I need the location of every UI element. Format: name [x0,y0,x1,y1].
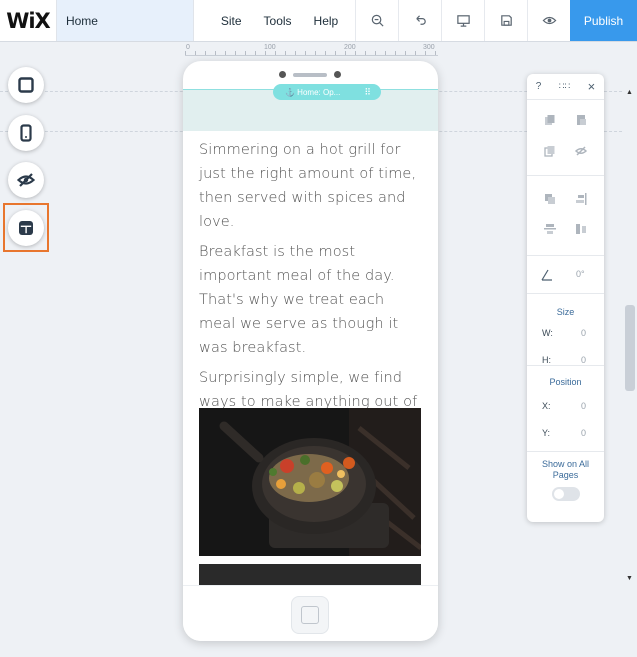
phone-bottom-bar [183,585,438,641]
menu-help[interactable]: Help [303,0,350,41]
align-right-icon[interactable] [575,193,587,205]
preview-icon [542,16,557,25]
menu-site[interactable]: Site [210,0,253,41]
y-row: Y: 0 [527,428,604,438]
x-label: X: [542,401,551,411]
ruler-label: 0 [186,44,190,51]
match-size-icon[interactable] [575,223,587,235]
distribute-icon[interactable] [544,223,556,235]
bring-forward-icon[interactable] [544,193,556,205]
desktop-icon [456,15,470,27]
save-icon [500,15,512,26]
position-title: Position [549,377,582,387]
size-section: Size W: 0 H: 0 [527,294,604,366]
ruler-label: 300 [423,44,435,51]
layout-optimizer-button[interactable] [8,210,44,246]
hide-icon[interactable] [575,145,587,157]
preview-button[interactable] [527,0,570,41]
menu-tools[interactable]: Tools [253,0,303,41]
show-on-all-pages-toggle[interactable] [551,487,580,501]
copy-section [527,100,604,176]
desktop-view-button[interactable] [441,0,484,41]
rotation-section: 0° [527,256,604,294]
text-block[interactable]: Simmering on a hot grill for just the ri… [199,138,421,444]
scroll-up-icon[interactable]: ▲ [626,89,633,96]
add-elements-button[interactable] [8,67,44,103]
width-value[interactable]: 0 [581,328,586,338]
food-image[interactable] [199,408,421,556]
mobile-tools-button[interactable] [8,115,44,151]
wix-logo[interactable]: WiX [0,0,56,41]
help-icon[interactable]: ? [536,81,542,92]
zoom-out-button[interactable] [355,0,398,41]
scroll-thumb[interactable] [625,305,635,391]
height-row: H: 0 [527,355,604,365]
add-elements-icon [18,77,34,93]
ruler-label: 100 [264,44,276,51]
anchor-label: ⚓ Home: Op... [285,87,341,97]
skillet-image [199,408,421,556]
paste-icon[interactable] [575,114,587,126]
undo-button[interactable] [398,0,441,41]
second-image[interactable] [199,564,421,586]
arrange-section [527,176,604,256]
show-on-all-pages-label: Show on All Pages [541,459,590,480]
hidden-elements-icon [17,173,35,187]
zoom-out-icon [371,14,384,27]
mobile-tools-icon [20,124,32,142]
drag-handle-icon[interactable]: ⠿ [364,87,371,98]
y-label: Y: [542,428,551,438]
vertical-scrollbar[interactable]: ▲ ▼ [623,87,637,584]
height-value[interactable]: 0 [581,355,586,365]
undo-icon [416,15,426,25]
paragraph: Breakfast is the most important meal of … [199,244,399,356]
y-value[interactable]: 0 [581,428,586,438]
top-bar: WiX Home Site Tools Help Publish [0,0,637,42]
size-title: Size [556,307,575,317]
save-button[interactable] [484,0,527,41]
show-on-all-pages-section: Show on All Pages [527,452,604,501]
x-value[interactable]: 0 [581,401,586,411]
page-selector[interactable]: Home [55,0,194,41]
main-menu: Site Tools Help [210,0,349,41]
properties-panel: ? ∷∷ × 0° Size W: 0 H: 0 Position X: 0 Y… [527,74,604,522]
home-button-icon [291,596,329,634]
sensor-dot [334,71,341,78]
drag-handle-icon[interactable]: ∷∷ [559,81,570,92]
panel-header: ? ∷∷ × [527,74,604,100]
publish-button[interactable]: Publish [570,0,637,41]
width-label: W: [542,328,553,338]
mobile-preview: ⚓ Home: Op... ⠿ Simmering on a hot grill… [183,61,438,641]
ruler-label: 200 [344,44,356,51]
rotation-value[interactable]: 0° [576,269,585,279]
position-section: Position X: 0 Y: 0 [527,366,604,452]
header-strip[interactable]: ⚓ Home: Op... ⠿ [183,84,438,131]
phone-speaker [293,73,327,77]
rotate-icon[interactable] [541,269,553,281]
paragraph: Simmering on a hot grill for just the ri… [199,142,417,230]
duplicate-icon[interactable] [544,145,556,157]
layout-optimizer-icon [19,221,33,235]
horizontal-ruler: 0 100 200 300 [185,44,438,56]
close-icon[interactable]: × [588,79,596,94]
width-row: W: 0 [527,328,604,338]
x-row: X: 0 [527,401,604,411]
camera-dot [279,71,286,78]
height-label: H: [542,355,551,365]
anchor-badge[interactable]: ⚓ Home: Op... ⠿ [273,84,381,100]
scroll-down-icon[interactable]: ▼ [626,575,633,582]
copy-icon[interactable] [544,114,556,126]
hidden-elements-button[interactable] [8,162,44,198]
